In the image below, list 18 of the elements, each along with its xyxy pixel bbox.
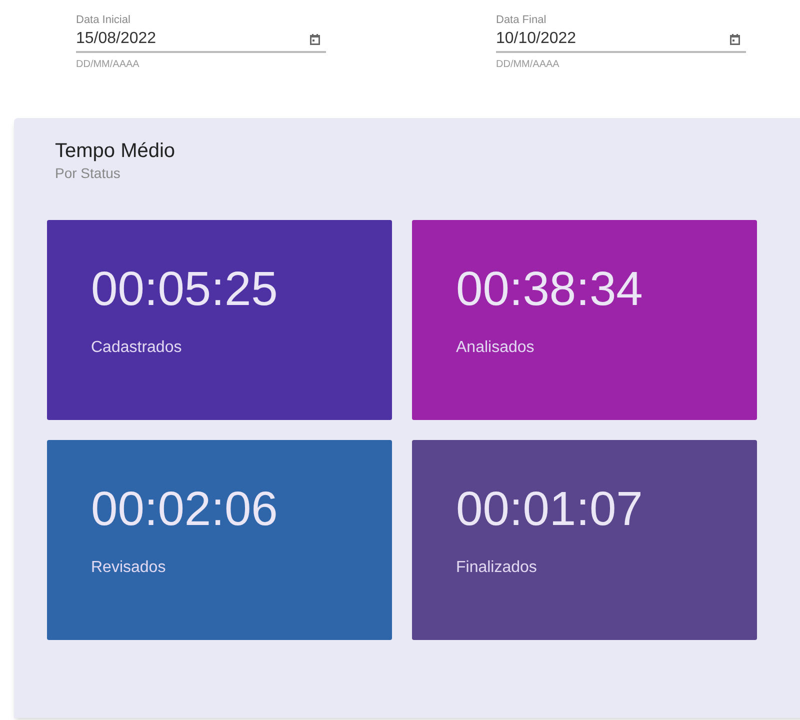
field-hint: DD/MM/AAAA <box>496 58 560 72</box>
date-field[interactable]: 15/08/2022 <box>76 27 326 53</box>
calendar-icon[interactable] <box>310 34 320 44</box>
field-label: Data Final <box>496 13 548 27</box>
status-label: Analisados <box>456 338 534 358</box>
field-label: Data Inicial <box>76 13 132 27</box>
time-value: 00:05:25 <box>91 262 278 318</box>
card-title: Tempo Médio <box>55 139 176 164</box>
status-label: Revisados <box>91 558 166 578</box>
status-label: Finalizados <box>456 558 537 578</box>
field-hint: DD/MM/AAAA <box>76 58 140 72</box>
status-label: Cadastrados <box>91 338 182 358</box>
card-subtitle: Por Status <box>55 164 122 182</box>
calendar-icon[interactable] <box>730 34 740 44</box>
time-value: 00:01:07 <box>456 482 643 538</box>
date-field[interactable]: 10/10/2022 <box>496 27 746 53</box>
time-value: 00:38:34 <box>456 262 643 318</box>
time-value: 00:02:06 <box>91 482 278 538</box>
